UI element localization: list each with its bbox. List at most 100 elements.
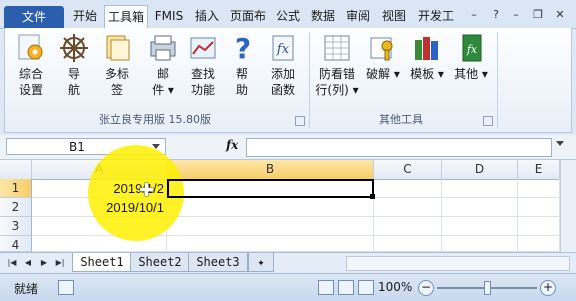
tab-developer[interactable]: 开发工 <box>414 5 458 28</box>
expand-formula-icon[interactable] <box>556 141 564 146</box>
button-label: 件 ▾ <box>152 83 174 97</box>
button-label: 行(列) ▾ <box>315 83 359 97</box>
column-header-c[interactable]: C <box>374 160 442 179</box>
tab-data[interactable]: 数据 <box>308 5 338 28</box>
last-sheet-icon[interactable]: ▶| <box>54 257 66 269</box>
vertical-scrollbar[interactable] <box>560 160 576 252</box>
button-label: 航 <box>67 83 80 97</box>
column-header-d[interactable]: D <box>442 160 518 179</box>
mail-button[interactable]: 邮 件 ▾ <box>143 32 183 98</box>
column-header-e[interactable]: E <box>518 160 560 179</box>
page-break-view-icon[interactable] <box>358 280 374 295</box>
cell-e3[interactable] <box>518 217 560 236</box>
sheet-tab-sheet2[interactable]: Sheet2 <box>130 253 190 272</box>
add-function-button[interactable]: fx 添加 函数 <box>263 32 303 98</box>
sheet-tab-sheet1[interactable]: Sheet1 <box>72 253 132 272</box>
multi-tab-button[interactable]: 多标 签 <box>97 32 137 98</box>
cell-d3[interactable] <box>442 217 518 236</box>
window-close-button[interactable]: ✕ <box>552 8 568 22</box>
cell-e1[interactable] <box>518 179 560 198</box>
new-sheet-icon[interactable]: ✦ <box>248 253 274 272</box>
template-button[interactable]: 模板 ▾ <box>405 32 449 82</box>
tab-view[interactable]: 视图 <box>378 5 410 28</box>
zoom-slider-thumb[interactable] <box>484 281 491 295</box>
row-header-1[interactable]: 1 <box>0 179 32 198</box>
button-label: 添加 <box>270 67 295 81</box>
zoom-in-button[interactable]: + <box>540 280 556 296</box>
multi-tab-icon <box>106 35 130 61</box>
cell-b2[interactable] <box>167 198 374 217</box>
select-all-corner[interactable] <box>0 160 32 179</box>
cell-d2[interactable] <box>442 198 518 217</box>
row-header-2[interactable]: 2 <box>0 198 32 217</box>
window-restore-button[interactable]: ❐ <box>530 8 546 22</box>
help-button[interactable]: ? 帮 助 <box>227 32 257 98</box>
button-label: 模板 ▾ <box>410 67 444 81</box>
tab-review[interactable]: 审阅 <box>342 5 374 28</box>
sheet-tab-bar: |◀ ◀ ▶ ▶| Sheet1 Sheet2 Sheet3 ✦ <box>0 252 576 273</box>
other-button[interactable]: fx 其他 ▾ <box>449 32 493 82</box>
row-header-3[interactable]: 3 <box>0 217 32 236</box>
page-layout-view-icon[interactable] <box>338 280 354 295</box>
add-function-icon: fx <box>272 35 294 61</box>
normal-view-icon[interactable] <box>318 280 334 295</box>
button-label: 函数 <box>270 83 295 97</box>
button-label: 导 <box>67 67 80 81</box>
group-launcher-icon[interactable] <box>295 116 305 126</box>
ribbon-panel: 综合 设置 导 航 多标 签 邮 件 ▾ 查找 功能 ? 帮 助 fx 添加 函… <box>4 28 572 133</box>
cursor-icon: ✚ <box>139 180 155 201</box>
cell-e4[interactable] <box>518 236 560 252</box>
cell-c1[interactable] <box>374 179 442 198</box>
insert-function-button[interactable]: fx <box>226 138 238 152</box>
cell-c3[interactable] <box>374 217 442 236</box>
button-label: 帮 <box>235 67 248 81</box>
tab-insert[interactable]: 插入 <box>192 5 222 28</box>
crack-button[interactable]: 破解 ▾ <box>361 32 405 82</box>
svg-text:?: ? <box>235 32 251 64</box>
group-separator <box>497 32 498 128</box>
cell-c2[interactable] <box>374 198 442 217</box>
cell-e2[interactable] <box>518 198 560 217</box>
tab-home[interactable]: 开始 <box>68 5 102 28</box>
fill-handle[interactable] <box>370 194 375 199</box>
svg-text:fx: fx <box>466 43 478 56</box>
macro-record-icon[interactable] <box>58 280 74 295</box>
sheet-tab-sheet3[interactable]: Sheet3 <box>188 253 248 272</box>
button-label: 其他 ▾ <box>454 67 488 81</box>
button-label: 邮 <box>156 67 169 81</box>
tab-toolbox[interactable]: 工具箱 <box>104 5 148 29</box>
spreadsheet-grid: A B C D E 1 2 3 4 2019/1/2 2019/10/1 ✚ <box>0 145 576 252</box>
group-launcher-icon[interactable] <box>483 116 493 126</box>
cell-b3[interactable] <box>167 217 374 236</box>
button-label: 设置 <box>18 83 43 97</box>
next-sheet-icon[interactable]: ▶ <box>38 257 50 269</box>
first-sheet-icon[interactable]: |◀ <box>6 257 18 269</box>
zoom-level[interactable]: 100% <box>378 280 412 294</box>
row-header-4[interactable]: 4 <box>0 236 32 252</box>
prev-sheet-icon[interactable]: ◀ <box>22 257 34 269</box>
ribbon-minimize-button[interactable]: – <box>466 8 482 22</box>
button-label: 助 <box>235 83 248 97</box>
column-header-b[interactable]: B <box>167 160 374 179</box>
help-icon[interactable]: ? <box>488 8 504 22</box>
tab-fmis[interactable]: FMIS <box>148 5 190 28</box>
status-ready: 就绪 <box>14 282 39 296</box>
find-function-button[interactable]: 查找 功能 <box>183 32 223 98</box>
prevent-misread-button[interactable]: 防看错 行(列) ▾ <box>313 32 361 98</box>
group-separator <box>309 32 310 128</box>
selected-cell-b1[interactable] <box>167 179 374 198</box>
navigation-button[interactable]: 导 航 <box>57 32 91 98</box>
cell-d1[interactable] <box>442 179 518 198</box>
tab-formulas[interactable]: 公式 <box>272 5 304 28</box>
cell-d4[interactable] <box>442 236 518 252</box>
tab-file[interactable]: 文件 <box>4 6 64 28</box>
cell-c4[interactable] <box>374 236 442 252</box>
cell-b4[interactable] <box>167 236 374 252</box>
excel-file-icon: fx <box>462 34 482 62</box>
horizontal-scrollbar[interactable] <box>346 256 570 271</box>
formula-input[interactable] <box>246 138 552 157</box>
zoom-out-button[interactable]: − <box>418 280 434 296</box>
window-minimize-button[interactable]: – <box>508 8 524 22</box>
tab-page-layout[interactable]: 页面布 <box>226 5 270 28</box>
comprehensive-settings-button[interactable]: 综合 设置 <box>11 32 51 98</box>
